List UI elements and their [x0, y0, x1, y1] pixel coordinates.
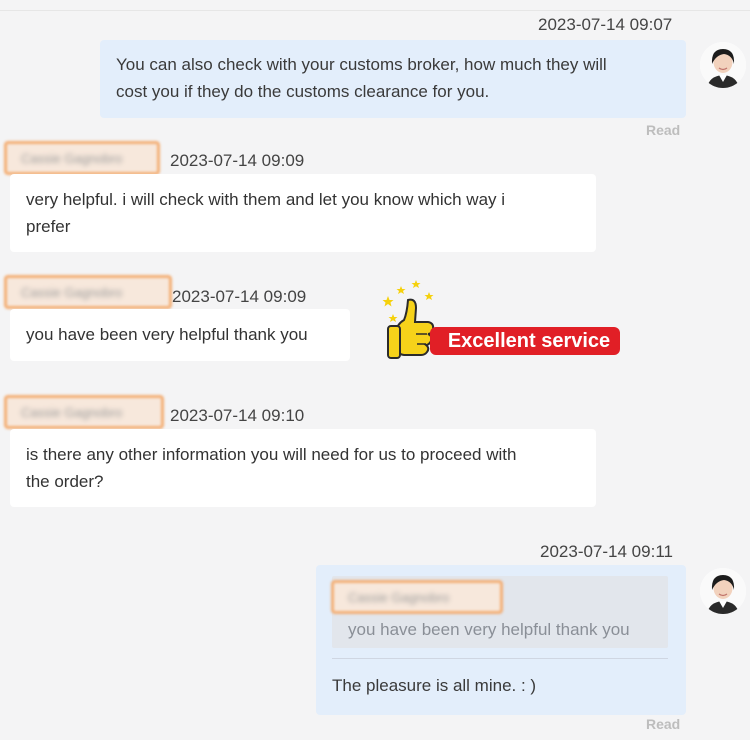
sender-name-blurred: Cassie Gagnobro: [4, 141, 160, 175]
message-text-line: is there any other information you will …: [26, 445, 517, 464]
quoted-sender-name-blurred: Cassie Gagnobro: [331, 580, 503, 614]
incoming-message-bubble[interactable]: very helpful. i will check with them and…: [10, 174, 596, 252]
agent-avatar[interactable]: [700, 42, 746, 88]
read-receipt: Read: [646, 122, 681, 138]
timestamp: 2023-07-14 09:09: [170, 151, 305, 170]
thumbs-up-icon: [382, 280, 435, 359]
read-receipt: Read: [646, 716, 681, 732]
message-text-line: very helpful. i will check with them and…: [26, 190, 506, 209]
sender-name-blurred: Cassie Gagnobro: [4, 395, 164, 429]
message-text: you have been very helpful thank you: [26, 325, 308, 344]
incoming-message-bubble[interactable]: is there any other information you will …: [10, 429, 596, 507]
sender-name-blurred: Cassie Gagnobro: [4, 275, 172, 309]
timestamp: 2023-07-14 09:09: [172, 287, 307, 306]
outgoing-message-bubble[interactable]: You can also check with your customs bro…: [100, 40, 686, 118]
message-text-line: the order?: [26, 472, 104, 491]
quote-divider: [332, 658, 668, 659]
message-text-line: prefer: [26, 217, 71, 236]
timestamp: 2023-07-14 09:07: [538, 15, 673, 34]
excellent-service-badge: Excellent service: [430, 327, 620, 355]
timestamp: 2023-07-14 09:11: [540, 542, 673, 561]
message-text-line: You can also check with your customs bro…: [116, 55, 607, 74]
incoming-message-bubble[interactable]: you have been very helpful thank you: [10, 309, 350, 361]
quoted-message-text: you have been very helpful thank you: [348, 620, 630, 639]
top-divider: [0, 10, 750, 11]
agent-avatar[interactable]: [700, 568, 746, 614]
message-text: The pleasure is all mine. : ): [332, 676, 537, 695]
message-text-line: cost you if they do the customs clearanc…: [116, 82, 490, 101]
timestamp: 2023-07-14 09:10: [170, 406, 305, 425]
